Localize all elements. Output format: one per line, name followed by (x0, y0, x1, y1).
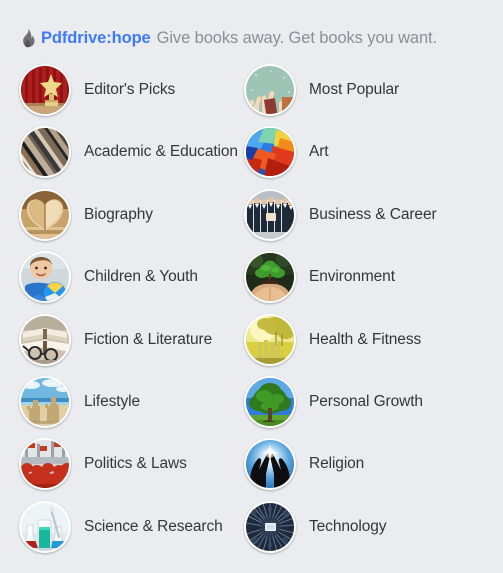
category-item-lifestyle[interactable]: Lifestyle (0, 374, 244, 430)
praying-hands-light-icon (244, 438, 296, 491)
brand-link[interactable]: Pdfdrive:hope (41, 29, 151, 48)
category-label: Personal Growth (309, 392, 423, 410)
category-item-editors-picks[interactable]: Editor's Picks (0, 62, 244, 118)
golden-landscape-icon (244, 313, 296, 366)
category-label: Art (309, 143, 329, 161)
crowd-protest-icon (19, 438, 71, 491)
category-item-technology[interactable]: Technology (244, 499, 387, 555)
category-label: Academic & Education (84, 143, 238, 161)
business-people-icon (244, 188, 296, 241)
category-label: Religion (309, 455, 365, 473)
category-grid: Editor's Picks Most Popular Academic & E… (0, 62, 503, 561)
book-spines-icon (19, 126, 71, 179)
lab-beakers-icon (19, 500, 71, 553)
category-item-biography[interactable]: Biography (0, 187, 244, 243)
category-item-children-youth[interactable]: Children & Youth (0, 249, 244, 305)
category-label: Technology (309, 517, 387, 535)
flame-icon (23, 28, 35, 48)
category-row: Biography Business & Career (0, 187, 503, 249)
category-label: Most Popular (309, 81, 400, 98)
beach-sandcastle-icon (19, 375, 71, 428)
open-book-heart-icon (19, 188, 71, 241)
category-item-politics-laws[interactable]: Politics & Laws (0, 436, 244, 492)
category-item-academic-education[interactable]: Academic & Education (0, 124, 244, 180)
category-item-religion[interactable]: Religion (244, 436, 364, 492)
category-row: Editor's Picks Most Popular (0, 62, 503, 124)
category-row: Fiction & Literature Health & Fitness (0, 312, 503, 374)
category-row: Politics & Laws Religion (0, 436, 503, 498)
category-label: Biography (84, 205, 153, 223)
category-label: Fiction & Literature (84, 330, 213, 348)
category-item-health-fitness[interactable]: Health & Fitness (244, 312, 421, 368)
child-with-ball-icon (19, 251, 71, 304)
category-label: Business & Career (309, 205, 437, 223)
category-item-personal-growth[interactable]: Personal Growth (244, 374, 423, 430)
category-item-art[interactable]: Art (244, 124, 329, 180)
category-label: Health & Fitness (309, 330, 422, 348)
site-header: Pdfdrive:hope Give books away. Get books… (0, 0, 503, 49)
category-item-environment[interactable]: Environment (244, 249, 395, 305)
category-row: Lifestyle Personal Growth (0, 374, 503, 436)
hands-holding-plant-icon (244, 251, 296, 304)
category-item-business-career[interactable]: Business & Career (244, 187, 437, 243)
category-label: Children & Youth (84, 268, 198, 286)
thumbs-up-icon (244, 64, 296, 116)
category-row: Children & Youth Environment (0, 249, 503, 311)
books-and-glasses-icon (19, 313, 71, 366)
green-tree-icon (244, 375, 296, 428)
paint-splash-icon (244, 126, 296, 179)
category-item-science-research[interactable]: Science & Research (0, 499, 244, 555)
category-label: Science & Research (84, 517, 223, 535)
category-label: Editor's Picks (84, 81, 176, 98)
category-label: Lifestyle (84, 392, 140, 410)
category-label: Politics & Laws (84, 455, 187, 473)
tagline: Give books away. Get books you want. (156, 28, 438, 47)
trophy-curtain-icon (19, 64, 71, 116)
category-item-most-popular[interactable]: Most Popular (244, 62, 399, 118)
category-label: Environment (309, 268, 395, 286)
category-row: Academic & Education Art (0, 124, 503, 186)
circuit-chip-icon (244, 500, 296, 553)
category-item-fiction-literature[interactable]: Fiction & Literature (0, 312, 244, 368)
category-row: Science & Research Technology (0, 499, 503, 561)
